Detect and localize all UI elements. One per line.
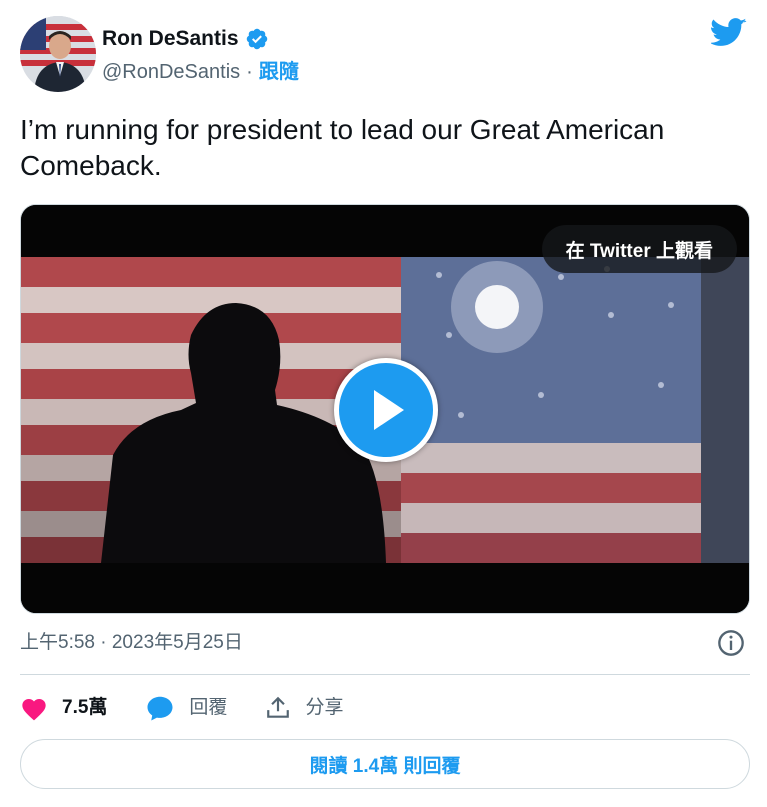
twitter-bird-icon[interactable] <box>711 18 747 48</box>
action-bar: 7.5萬 回覆 分享 <box>20 690 381 726</box>
share-button[interactable]: 分享 <box>265 695 343 721</box>
follow-button[interactable]: 跟隨 <box>259 60 299 84</box>
author-block: Ron DeSantis @RonDeSantis · 跟隨 <box>102 26 299 84</box>
video-player[interactable]: 在 Twitter 上觀看 <box>20 204 750 614</box>
share-icon <box>267 696 290 718</box>
watch-on-twitter-button[interactable]: 在 Twitter 上觀看 <box>541 225 737 273</box>
heart-icon <box>22 699 46 721</box>
tweet-card: Ron DeSantis @RonDeSantis · 跟隨 I’m runni… <box>0 0 767 807</box>
reply-bubble-icon <box>147 696 173 721</box>
reply-label: 回覆 <box>189 697 228 718</box>
like-button[interactable]: 7.5萬 <box>20 695 107 721</box>
tweet-timestamp[interactable]: 上午5:58 · 2023年5月25日 <box>20 630 243 656</box>
avatar-image <box>20 16 96 92</box>
play-icon <box>374 390 404 430</box>
name-row: Ron DeSantis <box>102 26 299 52</box>
tweet-text: I’m running for president to lead our Gr… <box>20 114 665 181</box>
like-count: 7.5萬 <box>62 697 108 718</box>
avatar[interactable] <box>20 16 96 92</box>
share-label: 分享 <box>305 697 344 718</box>
verified-badge-icon <box>246 28 267 50</box>
info-icon[interactable] <box>717 629 745 657</box>
play-button[interactable] <box>334 358 438 462</box>
reply-button[interactable]: 回覆 <box>145 694 227 722</box>
read-replies-button[interactable]: 閱讀 1.4萬 則回覆 <box>20 739 750 789</box>
divider <box>20 674 750 675</box>
author-name[interactable]: Ron DeSantis <box>102 26 239 52</box>
author-handle[interactable]: @RonDeSantis <box>102 60 240 84</box>
separator-dot: · <box>246 61 253 83</box>
handle-row: @RonDeSantis · 跟隨 <box>102 60 299 84</box>
